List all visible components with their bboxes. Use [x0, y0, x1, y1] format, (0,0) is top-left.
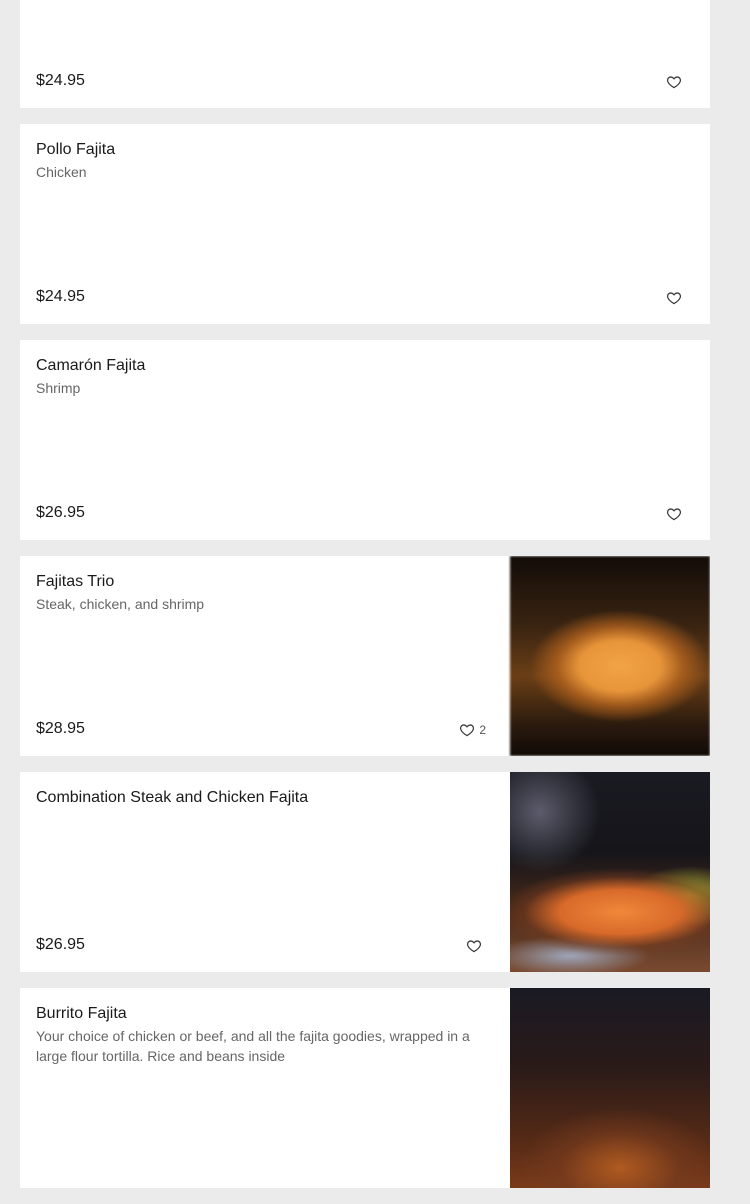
menu-item-card[interactable]: Burrito Fajita Your choice of chicken or… [20, 988, 710, 1188]
favorite-button[interactable] [666, 290, 686, 306]
favorite-button[interactable] [466, 938, 486, 954]
menu-item-price: $26.95 [36, 504, 85, 521]
heart-icon [666, 76, 682, 89]
combination-fajita-photo[interactable] [510, 772, 710, 972]
menu-item-name: Fajitas Trio [36, 573, 115, 590]
menu-item-text: Camarón Fajita Shrimp [36, 356, 694, 398]
menu-item-price: $28.95 [36, 720, 85, 737]
menu-item-card[interactable]: Fajitas Trio Steak, chicken, and shrimp … [20, 556, 710, 756]
menu-item-description: Steak, chicken, and shrimp [36, 596, 205, 612]
menu-item-description: Chicken [36, 164, 87, 180]
menu-item-text: Burrito Fajita Your choice of chicken or… [36, 1004, 494, 1066]
menu-item-price: $24.95 [36, 288, 85, 305]
menu-item-card[interactable]: $24.95 [20, 0, 710, 108]
menu-item-card[interactable]: Pollo Fajita Chicken $24.95 [20, 124, 710, 324]
fajitas-trio-photo[interactable] [510, 556, 710, 756]
menu-item-text: Pollo Fajita Chicken [36, 140, 694, 182]
menu-item-price: $24.95 [36, 72, 85, 89]
menu-item-text: Fajitas Trio Steak, chicken, and shrimp [36, 572, 494, 614]
heart-icon [466, 940, 482, 953]
menu-item-price: $26.95 [36, 936, 85, 953]
menu-item-card[interactable]: Camarón Fajita Shrimp $26.95 [20, 340, 710, 540]
menu-item-text: Combination Steak and Chicken Fajita [36, 788, 494, 810]
menu-item-name: Burrito Fajita [36, 1005, 127, 1022]
burrito-fajita-photo[interactable] [510, 988, 710, 1188]
favorite-button[interactable] [666, 506, 686, 522]
favorite-button[interactable] [666, 74, 686, 90]
favorite-count: 2 [479, 723, 486, 737]
heart-icon [666, 508, 682, 521]
menu-item-name: Combination Steak and Chicken Fajita [36, 789, 309, 806]
menu-item-list: $24.95 Pollo Fajita Chicken $24.95 Camar… [20, 0, 710, 1204]
menu-item-description: Your choice of chicken or beef, and all … [36, 1028, 470, 1064]
heart-icon [666, 292, 682, 305]
favorite-button[interactable]: 2 [459, 722, 486, 738]
menu-item-name: Camarón Fajita [36, 357, 146, 374]
menu-item-name: Pollo Fajita [36, 141, 116, 158]
menu-item-card[interactable]: Combination Steak and Chicken Fajita $26… [20, 772, 710, 972]
menu-item-description: Shrimp [36, 380, 81, 396]
heart-icon [460, 724, 475, 737]
